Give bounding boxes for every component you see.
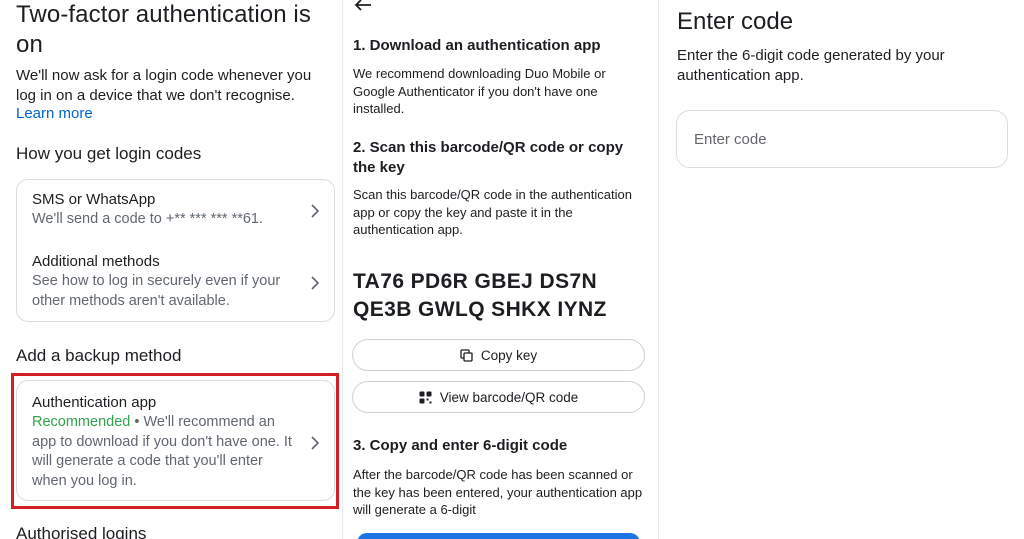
sms-whatsapp-title: SMS or WhatsApp xyxy=(32,191,156,208)
view-qr-code-label: View barcode/QR code xyxy=(439,389,579,405)
code-input[interactable] xyxy=(676,110,1008,168)
login-methods-card: SMS or WhatsApp We'll send a code to +**… xyxy=(16,179,335,322)
step3-title: 3. Copy and enter 6-digit code xyxy=(353,437,568,454)
step1-description: We recommend downloading Duo Mobile or G… xyxy=(353,66,606,116)
chevron-right-icon xyxy=(310,204,320,218)
copy-icon xyxy=(460,348,473,362)
additional-methods-subtitle: See how to log in securely even if your … xyxy=(32,273,281,309)
setup-key-line2: QE3B GWLQ SHKX IYNZ xyxy=(353,298,607,321)
copy-key-button[interactable]: Copy key xyxy=(352,339,645,371)
login-codes-heading: How you get login codes xyxy=(16,144,202,163)
authorised-logins-heading[interactable]: Authorised logins xyxy=(16,524,146,539)
two-factor-status-panel: Two-factor authentication is on We'll no… xyxy=(0,0,343,539)
chevron-right-icon xyxy=(310,276,320,290)
page-title: Two-factor authentication is on xyxy=(16,1,311,58)
enter-code-description: Enter the 6-digit code generated by your… xyxy=(677,47,945,84)
step2-title: 2. Scan this barcode/QR code or copy the… xyxy=(353,139,624,176)
step1-title: 1. Download an authentication app xyxy=(353,37,601,54)
back-arrow-icon[interactable] xyxy=(353,0,373,13)
step3-description: After the barcode/QR code has been scann… xyxy=(353,467,643,517)
setup-key-line1: TA76 PD6R GBEJ DS7N xyxy=(353,270,598,293)
highlight-box xyxy=(11,373,339,509)
status-description: We'll now ask for a login code whenever … xyxy=(16,67,312,104)
qr-code-icon xyxy=(419,391,432,404)
view-qr-code-button[interactable]: View barcode/QR code xyxy=(352,381,645,413)
copy-key-label: Copy key xyxy=(480,347,538,363)
additional-methods-option[interactable]: Additional methods See how to log in sec… xyxy=(32,252,298,311)
enter-code-title: Enter code xyxy=(677,8,794,35)
enter-code-panel: Enter code Enter the 6-digit code genera… xyxy=(659,0,1024,539)
setup-instructions-panel: 1. Download an authentication app We rec… xyxy=(343,0,659,539)
sms-whatsapp-subtitle: We'll send a code to +** *** *** **61. xyxy=(32,211,264,227)
step2-description: Scan this barcode/QR code in the authent… xyxy=(353,187,632,237)
learn-more-link[interactable]: Learn more xyxy=(16,105,93,122)
sms-whatsapp-option[interactable]: SMS or WhatsApp We'll send a code to +**… xyxy=(32,190,298,230)
setup-key: TA76 PD6R GBEJ DS7N QE3B GWLQ SHKX IYNZ xyxy=(353,268,653,324)
continue-button[interactable] xyxy=(357,533,640,539)
additional-methods-title: Additional methods xyxy=(32,253,160,270)
backup-method-heading: Add a backup method xyxy=(16,346,182,365)
